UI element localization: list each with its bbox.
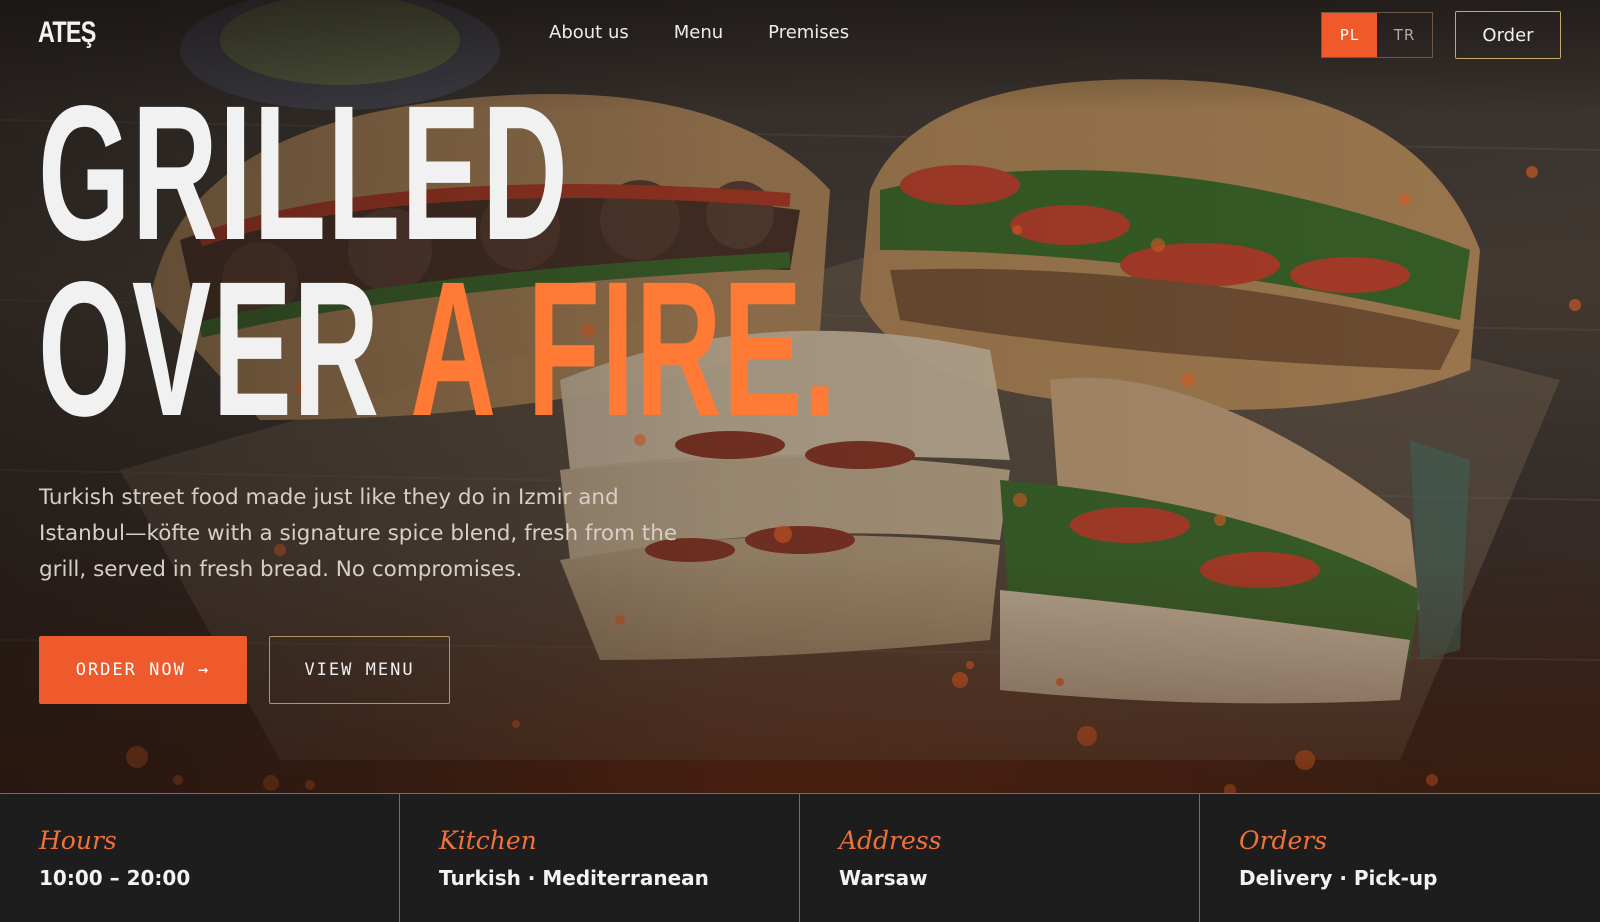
- language-switcher: PL TR: [1321, 12, 1433, 58]
- nav-link-premises[interactable]: Premises: [768, 22, 849, 43]
- headline-line-2-plain: OVER: [38, 241, 411, 456]
- info-value: Delivery · Pick-up: [1239, 866, 1438, 890]
- info-label: Kitchen: [439, 826, 537, 855]
- info-value: Turkish · Mediterranean: [439, 866, 709, 890]
- top-navigation: ATEŞ About us Menu Premises PL TR Order: [0, 0, 1600, 72]
- info-cell-address: Address Warsaw: [800, 794, 1200, 922]
- brand-logo[interactable]: ATEŞ: [38, 16, 96, 50]
- info-cell-kitchen: Kitchen Turkish · Mediterranean: [400, 794, 800, 922]
- info-bar: Hours 10:00 – 20:00 Kitchen Turkish · Me…: [0, 793, 1600, 922]
- info-label: Orders: [1239, 826, 1328, 855]
- hero-lead-text: Turkish street food made just like they …: [39, 485, 678, 582]
- headline-accent: A FIRE.: [410, 241, 838, 456]
- hero-headline: GRILLED OVER A FIRE.: [38, 65, 838, 445]
- info-label: Hours: [39, 826, 117, 855]
- info-cell-orders: Orders Delivery · Pick-up: [1200, 794, 1600, 922]
- info-value: 10:00 – 20:00: [39, 866, 191, 890]
- language-option-tr[interactable]: TR: [1377, 13, 1432, 57]
- headline-line-1: GRILLED: [38, 65, 570, 280]
- order-now-button[interactable]: ORDER NOW →: [39, 636, 247, 704]
- info-label: Address: [839, 826, 942, 855]
- order-button[interactable]: Order: [1455, 11, 1561, 59]
- language-option-pl[interactable]: PL: [1322, 13, 1377, 57]
- view-menu-button[interactable]: VIEW MENU: [269, 636, 450, 704]
- nav-link-about[interactable]: About us: [549, 22, 629, 43]
- nav-link-menu[interactable]: Menu: [674, 22, 723, 43]
- info-cell-hours: Hours 10:00 – 20:00: [0, 794, 400, 922]
- headline-line-2: OVER A FIRE.: [38, 253, 838, 445]
- info-value: Warsaw: [839, 866, 928, 890]
- nav-links: About us Menu Premises: [549, 22, 849, 43]
